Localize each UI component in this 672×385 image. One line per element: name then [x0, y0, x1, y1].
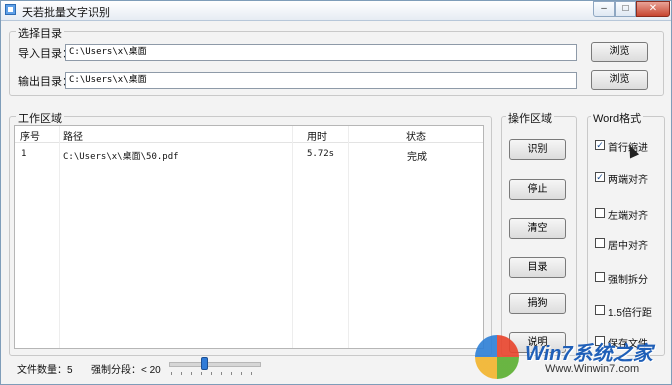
checkbox[interactable] [595, 208, 605, 218]
option-label: 居中对齐 [608, 241, 648, 252]
checkbox[interactable] [595, 238, 605, 248]
column-divider [59, 126, 60, 348]
option-label: 强制拆分 [608, 275, 648, 286]
donate-button[interactable]: 捐狗 [509, 293, 566, 314]
directory-button[interactable]: 目录 [509, 257, 566, 278]
slider-tick [221, 372, 222, 375]
window-title: 天若批量文字识别 [22, 7, 110, 19]
checkbox[interactable]: ✓ [595, 140, 605, 150]
checkbox[interactable]: ✓ [595, 172, 605, 182]
minimize-button[interactable]: – [593, 1, 615, 17]
column-divider [348, 126, 349, 348]
app-window: 天若批量文字识别 – □ ✕ 选择目录 导入目录： C:\Users\x\桌面 … [0, 0, 672, 385]
slider-tick [201, 372, 202, 375]
import-browse-button[interactable]: 浏览 [591, 42, 648, 62]
close-button[interactable]: ✕ [636, 1, 670, 17]
windows-logo-icon [475, 335, 519, 379]
split-slider-thumb[interactable] [201, 357, 208, 370]
word-format-legend: Word格式 [591, 110, 644, 126]
col-header-status[interactable]: 状态 [406, 128, 426, 143]
slider-tick [211, 372, 212, 375]
watermark-url: Www.Winwin7.com [545, 363, 640, 375]
app-icon [5, 4, 16, 15]
operation-area-legend: 操作区域 [506, 110, 554, 126]
row-status: 完成 [407, 152, 427, 163]
option-label: 左端对齐 [608, 211, 648, 222]
slider-tick [251, 372, 252, 375]
option-label: 1.5倍行距 [608, 308, 652, 319]
work-area-legend: 工作区域 [16, 110, 64, 126]
output-browse-button[interactable]: 浏览 [591, 70, 648, 90]
checkbox[interactable] [595, 305, 605, 315]
row-index: 1 [21, 149, 27, 159]
clear-button[interactable]: 清空 [509, 218, 566, 239]
row-time: 5.72s [307, 149, 335, 159]
list-header: 序号 路径 用时 状态 [15, 126, 483, 143]
col-header-time[interactable]: 用时 [307, 128, 327, 143]
file-list[interactable]: 序号 路径 用时 状态 1 C:\Users\x\桌面\50.pdf 5.72s… [14, 125, 484, 349]
option-label: 两端对齐 [608, 175, 648, 186]
title-bar[interactable]: 天若批量文字识别 – □ ✕ [1, 1, 671, 21]
slider-tick [231, 372, 232, 375]
col-header-index[interactable]: 序号 [20, 128, 40, 143]
row-path: C:\Users\x\桌面\50.pdf [63, 152, 179, 162]
checkbox[interactable] [595, 272, 605, 282]
maximize-button[interactable]: □ [615, 1, 636, 17]
split-slider-track[interactable] [169, 362, 261, 367]
column-divider [292, 126, 293, 348]
recognize-button[interactable]: 识别 [509, 139, 566, 160]
slider-tick [181, 372, 182, 375]
select-directory-legend: 选择目录 [16, 25, 64, 41]
col-header-path[interactable]: 路径 [63, 128, 83, 143]
stop-button[interactable]: 停止 [509, 179, 566, 200]
file-count-label: 文件数量：5 [17, 365, 73, 376]
slider-tick [191, 372, 192, 375]
slider-tick [171, 372, 172, 375]
site-watermark: Win7系统之家 Www.Winwin7.com [475, 331, 671, 383]
force-split-label: 强制分段：< 20 [91, 365, 161, 376]
import-dir-input[interactable]: C:\Users\x\桌面 [65, 44, 577, 61]
output-dir-input[interactable]: C:\Users\x\桌面 [65, 72, 577, 89]
slider-tick [241, 372, 242, 375]
watermark-brand: Win7系统之家 [525, 343, 653, 365]
